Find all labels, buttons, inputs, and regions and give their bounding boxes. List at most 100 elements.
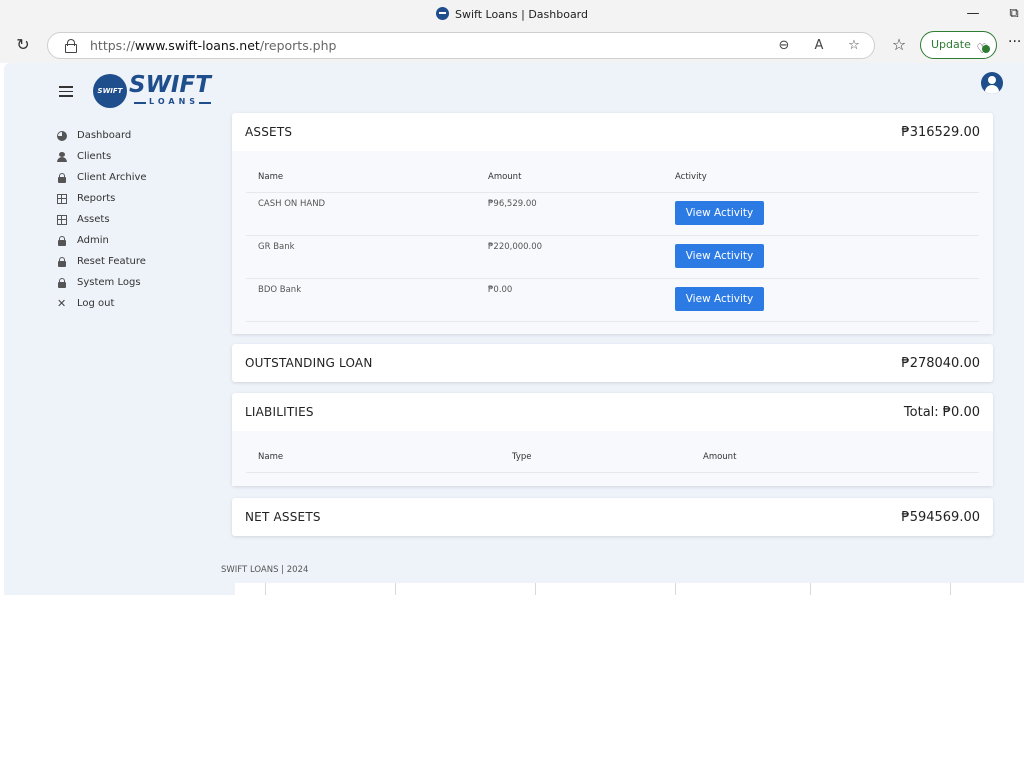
pie-chart-icon bbox=[57, 130, 67, 141]
read-aloud-icon[interactable]: A bbox=[809, 36, 829, 56]
column-header: Activity bbox=[663, 160, 979, 193]
assets-table: Name Amount Activity CASH ON HAND ₱96,52… bbox=[246, 160, 979, 322]
liabilities-title: LIABILITIES bbox=[245, 405, 314, 419]
bottom-table-edge bbox=[235, 583, 1024, 595]
user-account-icon[interactable] bbox=[981, 72, 1003, 94]
lock-icon bbox=[57, 235, 67, 246]
logo-wordmark: SWIFT bbox=[129, 72, 211, 98]
lock-icon bbox=[57, 256, 67, 267]
liabilities-table: Name Type Amount bbox=[246, 440, 979, 473]
sidebar-item-reports[interactable]: Reports bbox=[57, 188, 217, 209]
sidebar-item-system-logs[interactable]: System Logs bbox=[57, 272, 217, 293]
sidebar-item-label: Dashboard bbox=[77, 130, 132, 141]
sidebar-item-reset-feature[interactable]: Reset Feature bbox=[57, 251, 217, 272]
swift-loans-logo[interactable]: SWIFT SWIFT LOANS bbox=[93, 72, 213, 108]
browser-toolbar: ↻ https://www.swift-loans.net/reports.ph… bbox=[0, 28, 1024, 63]
url-host: www.swift-loans.net bbox=[134, 38, 260, 53]
asset-amount: ₱0.00 bbox=[476, 278, 663, 322]
favorites-list-icon[interactable]: ☆ bbox=[888, 34, 910, 56]
page-viewport: SWIFT SWIFT LOANS Dashboard Clients Clie… bbox=[4, 63, 1024, 595]
sidebar-item-log-out[interactable]: ✕ Log out bbox=[57, 293, 217, 314]
liabilities-total: Total: ₱0.00 bbox=[903, 404, 980, 420]
outstanding-loan-total: ₱278040.00 bbox=[901, 355, 980, 371]
asset-name: BDO Bank bbox=[246, 278, 476, 322]
sidebar-nav: Dashboard Clients Client Archive Reports… bbox=[57, 125, 217, 314]
view-activity-button[interactable]: View Activity bbox=[675, 244, 764, 268]
tab-title-text: Swift Loans | Dashboard bbox=[454, 8, 588, 21]
outstanding-loan-card: OUTSTANDING LOAN ₱278040.00 bbox=[232, 344, 993, 382]
update-button[interactable]: Update ♡ bbox=[920, 31, 997, 59]
liabilities-header: LIABILITIES Total: ₱0.00 bbox=[232, 393, 993, 431]
favorite-star-icon[interactable]: ☆ bbox=[844, 36, 864, 56]
url-path: /reports.php bbox=[259, 38, 337, 53]
minimize-icon[interactable]: — bbox=[963, 4, 983, 24]
restore-icon[interactable]: ⧉ bbox=[1004, 4, 1024, 24]
net-assets-total: ₱594569.00 bbox=[901, 509, 980, 525]
update-label: Update bbox=[931, 38, 971, 51]
assets-card-body: Name Amount Activity CASH ON HAND ₱96,52… bbox=[232, 151, 993, 334]
column-header: Amount bbox=[691, 440, 979, 473]
refresh-icon[interactable]: ↻ bbox=[12, 34, 34, 56]
outstanding-loan-title: OUTSTANDING LOAN bbox=[245, 356, 373, 370]
footer-text: SWIFT LOANS | 2024 bbox=[221, 565, 309, 575]
sidebar-item-label: Client Archive bbox=[77, 172, 147, 183]
url-scheme: https:// bbox=[90, 38, 135, 53]
lock-icon bbox=[57, 277, 67, 288]
sidebar-item-dashboard[interactable]: Dashboard bbox=[57, 125, 217, 146]
sidebar-item-assets[interactable]: Assets bbox=[57, 209, 217, 230]
table-row: BDO Bank ₱0.00 View Activity bbox=[246, 278, 979, 322]
logo-subtitle: LOANS bbox=[133, 97, 212, 106]
assets-title: ASSETS bbox=[245, 125, 293, 139]
net-assets-header: NET ASSETS ₱594569.00 bbox=[232, 498, 993, 536]
sidebar-item-label: Reset Feature bbox=[77, 256, 146, 267]
lock-icon bbox=[57, 172, 67, 183]
sidebar-item-label: System Logs bbox=[77, 277, 141, 288]
hamburger-menu-icon[interactable] bbox=[59, 86, 73, 97]
asset-activity-cell: View Activity bbox=[663, 235, 979, 279]
table-header-row: Name Amount Activity bbox=[246, 160, 979, 193]
net-assets-card: NET ASSETS ₱594569.00 bbox=[232, 498, 993, 536]
outstanding-loan-header: OUTSTANDING LOAN ₱278040.00 bbox=[232, 344, 993, 382]
more-icon[interactable]: ··· bbox=[1008, 34, 1021, 50]
column-header: Name bbox=[246, 160, 476, 193]
lock-icon[interactable] bbox=[65, 39, 77, 53]
sidebar-item-label: Clients bbox=[77, 151, 112, 162]
column-header: Amount bbox=[476, 160, 663, 193]
liabilities-card-body: Name Type Amount bbox=[232, 431, 993, 486]
sidebar-item-admin[interactable]: Admin bbox=[57, 230, 217, 251]
favicon-icon bbox=[435, 7, 449, 20]
sidebar-item-label: Admin bbox=[77, 235, 109, 246]
sidebar-item-clients[interactable]: Clients bbox=[57, 146, 217, 167]
table-row: CASH ON HAND ₱96,529.00 View Activity bbox=[246, 192, 979, 236]
net-assets-title: NET ASSETS bbox=[245, 510, 321, 524]
view-activity-button[interactable]: View Activity bbox=[675, 287, 764, 311]
table-row: GR Bank ₱220,000.00 View Activity bbox=[246, 235, 979, 279]
asset-activity-cell: View Activity bbox=[663, 192, 979, 236]
asset-name: GR Bank bbox=[246, 235, 476, 279]
asset-activity-cell: View Activity bbox=[663, 278, 979, 322]
column-header: Name bbox=[246, 440, 500, 473]
view-activity-button[interactable]: View Activity bbox=[675, 201, 764, 225]
sidebar-item-label: Log out bbox=[77, 298, 115, 309]
logo-emblem: SWIFT bbox=[93, 74, 127, 108]
asset-amount: ₱96,529.00 bbox=[476, 192, 663, 236]
sidebar-item-label: Assets bbox=[77, 214, 110, 225]
user-icon bbox=[57, 151, 67, 162]
assets-total: ₱316529.00 bbox=[901, 124, 980, 140]
table-icon bbox=[57, 193, 67, 204]
table-icon bbox=[57, 214, 67, 225]
zoom-out-icon[interactable]: ⊖ bbox=[774, 36, 794, 56]
browser-titlebar: Swift Loans | Dashboard — ⧉ bbox=[0, 0, 1024, 28]
liabilities-card: LIABILITIES Total: ₱0.00 Name Type Amoun… bbox=[232, 393, 993, 486]
close-icon: ✕ bbox=[57, 296, 67, 310]
asset-amount: ₱220,000.00 bbox=[476, 235, 663, 279]
address-bar[interactable]: https://www.swift-loans.net/reports.php … bbox=[47, 32, 875, 59]
sidebar-item-client-archive[interactable]: Client Archive bbox=[57, 167, 217, 188]
assets-card-header: ASSETS ₱316529.00 bbox=[232, 113, 993, 151]
sidebar-item-label: Reports bbox=[77, 193, 116, 204]
column-header: Type bbox=[500, 440, 691, 473]
table-header-row: Name Type Amount bbox=[246, 440, 979, 473]
asset-name: CASH ON HAND bbox=[246, 192, 476, 236]
url-text[interactable]: https://www.swift-loans.net/reports.php bbox=[90, 38, 336, 53]
assets-card: ASSETS ₱316529.00 Name Amount Activity C… bbox=[232, 113, 993, 334]
